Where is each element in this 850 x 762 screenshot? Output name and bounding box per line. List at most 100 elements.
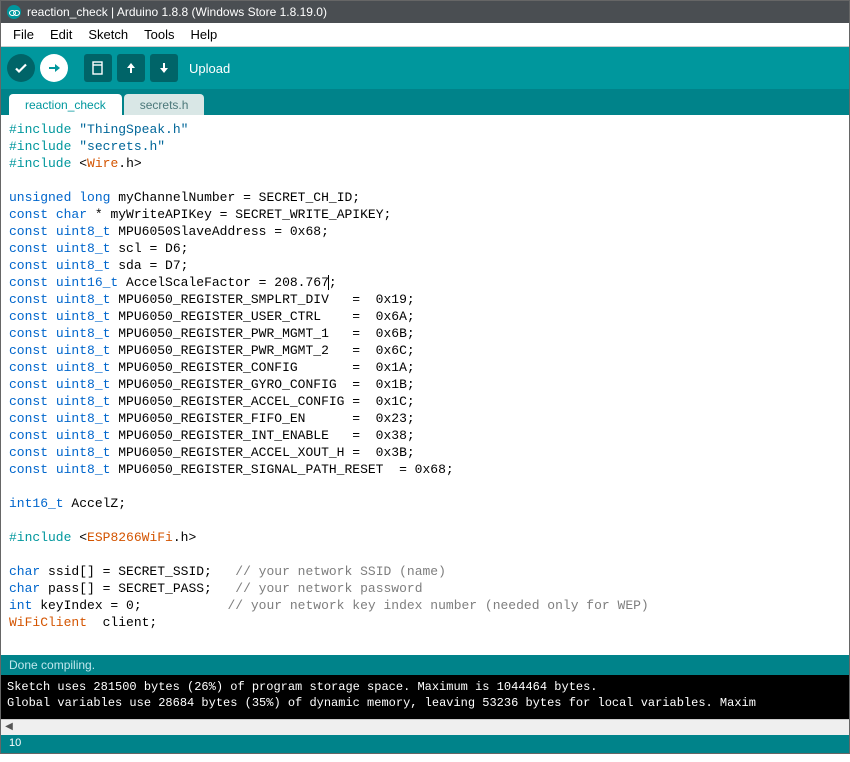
arrow-up-icon [123,60,139,76]
code-token: .h> [173,530,196,545]
open-sketch-button[interactable] [117,54,145,82]
code-token: MPU6050_REGISTER_ACCEL_XOUT_H = 0x3B; [110,445,414,460]
menu-tools[interactable]: Tools [136,25,182,44]
toolbar: Upload [1,47,849,89]
scroll-left-arrow-icon[interactable]: ◀ [1,720,17,736]
code-token: MPU6050_REGISTER_PWR_MGMT_2 = 0x6C; [110,343,414,358]
upload-button[interactable] [40,54,68,82]
code-token: scl = D6; [110,241,188,256]
code-token: // your network SSID (name) [235,564,446,579]
code-token: ESP8266WiFi [87,530,173,545]
code-token: char [9,581,40,596]
code-token: AccelScaleFactor = 208.767 [118,275,329,290]
code-token: client; [87,615,157,630]
code-token: const [9,377,48,392]
check-icon [13,60,29,76]
code-token: uint8_t [56,462,111,477]
code-editor[interactable]: #include "ThingSpeak.h" #include "secret… [1,115,849,655]
menubar: File Edit Sketch Tools Help [1,23,849,47]
code-token: uint8_t [56,292,111,307]
code-token: const [9,428,48,443]
menu-help[interactable]: Help [182,25,225,44]
code-token: int [9,598,32,613]
code-token: unsigned [9,190,71,205]
horizontal-scrollbar[interactable]: ◀ [1,719,849,735]
code-token: uint8_t [56,445,111,460]
code-token: #include [9,122,71,137]
code-token: uint16_t [56,275,118,290]
code-token: const [9,411,48,426]
code-token: MPU6050_REGISTER_SMPLRT_DIV = 0x19; [110,292,414,307]
code-token: MPU6050_REGISTER_CONFIG = 0x1A; [110,360,414,375]
code-token: const [9,275,48,290]
menu-edit[interactable]: Edit [42,25,80,44]
tab-secrets-h[interactable]: secrets.h [124,94,205,115]
code-token: const [9,241,48,256]
code-token: MPU6050_REGISTER_FIFO_EN = 0x23; [110,411,414,426]
code-token: Wire [87,156,118,171]
code-token: const [9,309,48,324]
code-token: uint8_t [56,411,111,426]
code-token: uint8_t [56,377,111,392]
code-token: ; [329,275,337,290]
titlebar: reaction_check | Arduino 1.8.8 (Windows … [1,1,849,23]
code-token: keyIndex = 0; [32,598,227,613]
code-token: #include [9,139,71,154]
code-token: const [9,394,48,409]
code-token: "secrets.h" [79,139,165,154]
code-token: AccelZ; [64,496,126,511]
code-token: const [9,207,48,222]
arrow-down-icon [156,60,172,76]
code-token: int16_t [9,496,64,511]
code-token: long [79,190,110,205]
line-number-indicator: 10 [9,737,21,749]
code-token: uint8_t [56,428,111,443]
code-token: char [56,207,87,222]
console-line: Sketch uses 281500 bytes (26%) of progra… [7,680,598,694]
code-token: const [9,445,48,460]
code-token: MPU6050_REGISTER_USER_CTRL = 0x6A; [110,309,414,324]
tab-reaction-check[interactable]: reaction_check [9,94,122,115]
code-token: char [9,564,40,579]
code-token: uint8_t [56,224,111,239]
code-token: const [9,343,48,358]
code-token: MPU6050_REGISTER_GYRO_CONFIG = 0x1B; [110,377,414,392]
code-token: pass[] = SECRET_PASS; [40,581,235,596]
status-bar: Done compiling. [1,655,849,675]
code-token: < [79,530,87,545]
code-token: myChannelNumber = SECRET_CH_ID; [110,190,360,205]
code-token: uint8_t [56,343,111,358]
code-token: uint8_t [56,360,111,375]
output-console[interactable]: Sketch uses 281500 bytes (26%) of progra… [1,675,849,719]
console-line: Global variables use 28684 bytes (35%) o… [7,696,756,710]
code-token: ssid[] = SECRET_SSID; [40,564,235,579]
code-token: MPU6050_REGISTER_ACCEL_CONFIG = 0x1C; [110,394,414,409]
code-token: * myWriteAPIKey = SECRET_WRITE_APIKEY; [87,207,391,222]
code-token: const [9,258,48,273]
code-token: MPU6050SlaveAddress = 0x68; [110,224,328,239]
save-sketch-button[interactable] [150,54,178,82]
code-token: WiFiClient [9,615,87,630]
code-token: const [9,224,48,239]
arduino-logo-icon [7,5,21,19]
verify-button[interactable] [7,54,35,82]
new-file-icon [90,60,106,76]
status-text: Done compiling. [9,658,95,672]
code-token: // your network password [235,581,422,596]
footer-bar: 10 [1,735,849,753]
code-token: .h> [118,156,141,171]
code-token: < [79,156,87,171]
menu-file[interactable]: File [5,25,42,44]
code-token: #include [9,156,71,171]
code-token: uint8_t [56,258,111,273]
menu-sketch[interactable]: Sketch [80,25,136,44]
code-token: MPU6050_REGISTER_INT_ENABLE = 0x38; [110,428,414,443]
code-token: uint8_t [56,326,111,341]
new-sketch-button[interactable] [84,54,112,82]
window-title: reaction_check | Arduino 1.8.8 (Windows … [27,5,327,19]
code-token: const [9,326,48,341]
toolbar-action-label: Upload [189,61,230,76]
arrow-right-icon [46,60,62,76]
code-token: "ThingSpeak.h" [79,122,188,137]
code-token: uint8_t [56,394,111,409]
